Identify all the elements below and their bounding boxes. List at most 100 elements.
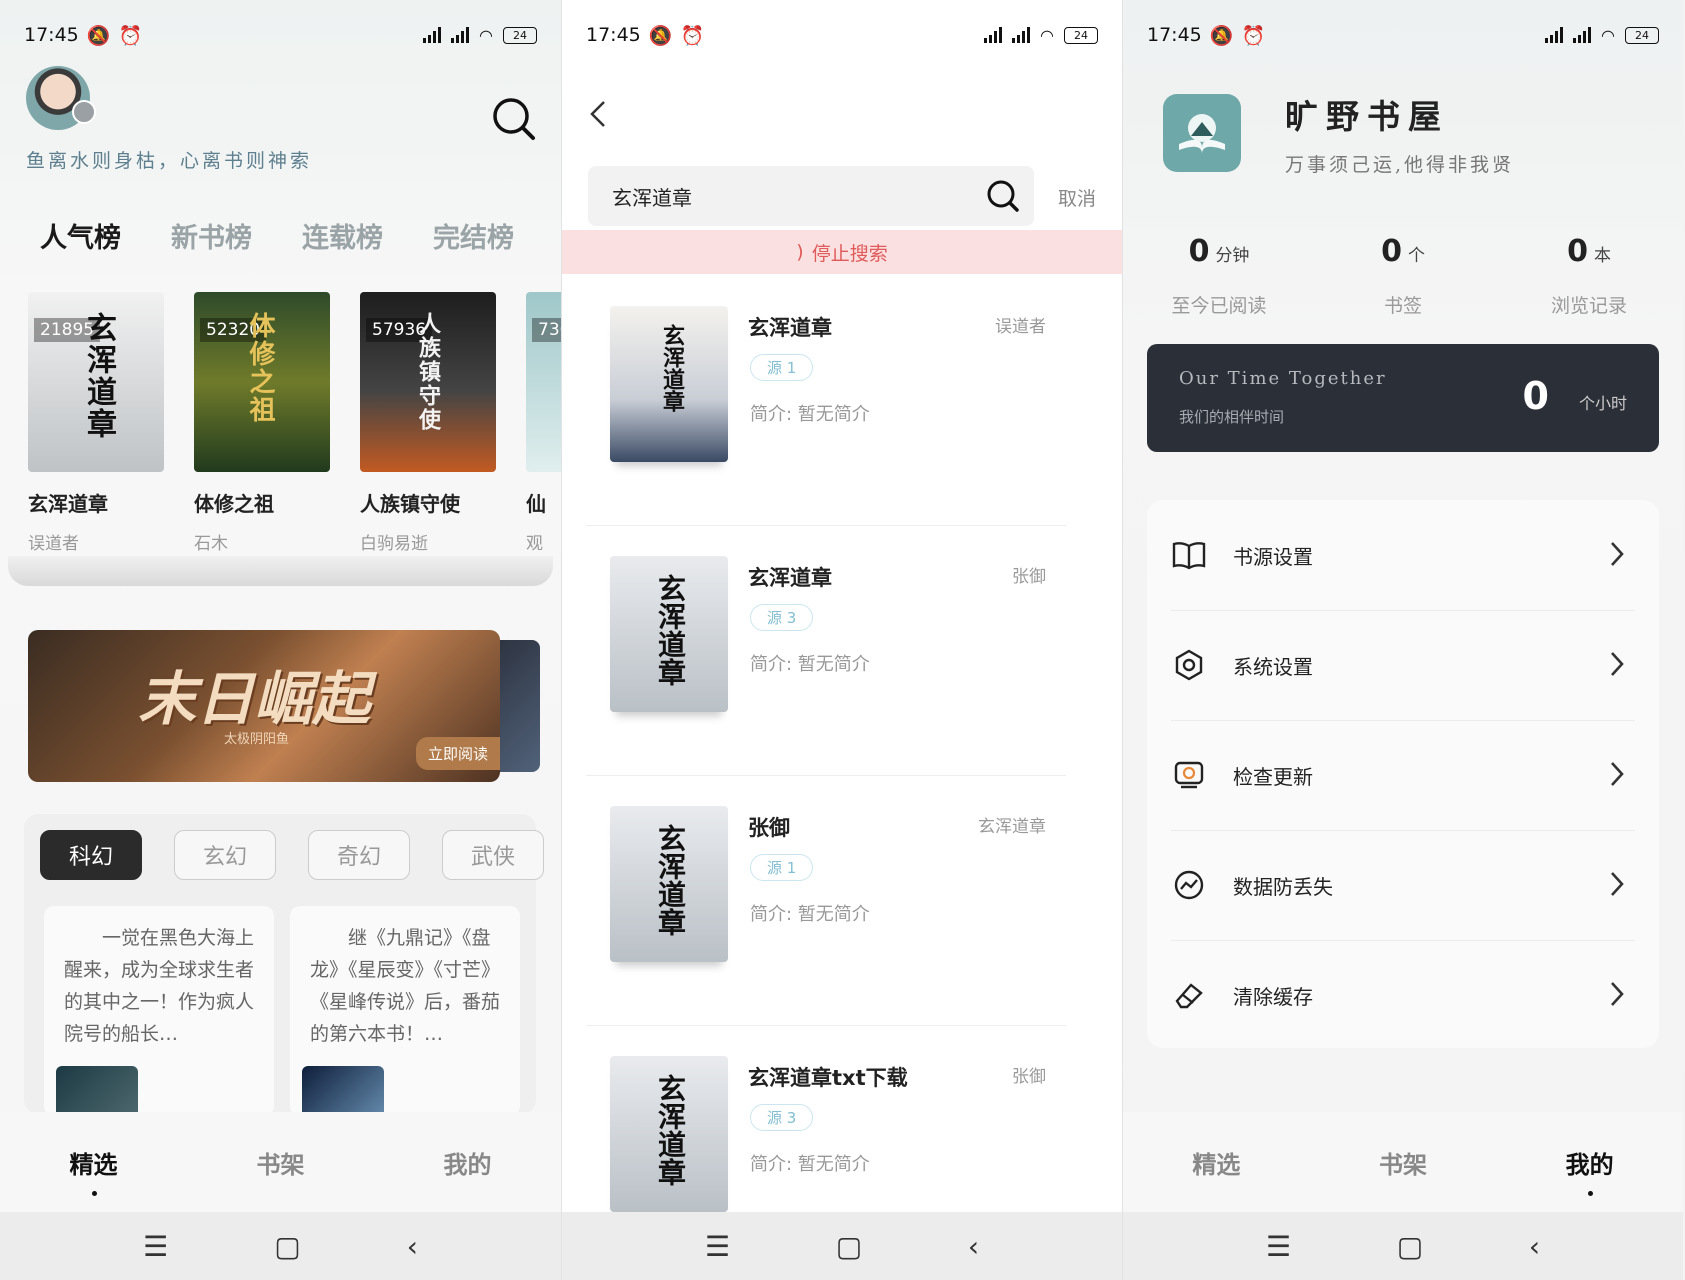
wifi-icon: ◠	[1601, 25, 1615, 45]
chevron-right-icon	[1611, 762, 1624, 786]
result-cover: 玄浑道章	[610, 556, 728, 712]
book-card[interactable]: 52320 体修之祖 体修之祖 石木	[194, 292, 330, 554]
bottom-tab-bar: 精选 书架 我的	[0, 1112, 561, 1212]
book-card[interactable]: 736 仙 观	[526, 292, 561, 554]
signal-icon	[984, 27, 1003, 43]
time-together-card: Our Time Together 我们的相伴时间 0 个小时	[1147, 344, 1659, 452]
signal-icon-2	[451, 27, 470, 43]
menu-source-settings[interactable]: 书源设置	[1171, 500, 1635, 610]
category-magic[interactable]: 奇幻	[308, 830, 410, 880]
stat-bookmarks[interactable]: 0个 书签	[1323, 234, 1483, 318]
back-icon[interactable]	[584, 96, 614, 132]
category-fantasy[interactable]: 玄幻	[174, 830, 276, 880]
result-intro: 简介: 暂无简介	[750, 654, 870, 675]
featured-screen: 17:45 🔕 ⏰ ◠ 24 鱼离水则身枯，心离书则神索 人气榜 新书榜 连载榜 完结…	[0, 0, 561, 1280]
mute-icon: 🔕	[1209, 24, 1234, 47]
tab-mine[interactable]: 我的	[1548, 1145, 1632, 1196]
search-input[interactable]: 玄浑道章	[588, 166, 1034, 226]
book-cover[interactable]: 57936 人族镇守使	[360, 292, 496, 472]
menu-icon[interactable]: ☰	[1266, 1230, 1291, 1263]
slogan: 鱼离水则身枯，心离书则神索	[26, 150, 313, 172]
system-nav-bar: ☰ ▢ ‹	[562, 1212, 1122, 1280]
tab-finished[interactable]: 完结榜	[433, 216, 514, 255]
result-source-badge[interactable]: 源 1	[750, 354, 814, 381]
back-nav-icon[interactable]: ‹	[1529, 1230, 1540, 1263]
battery-icon: 24	[1064, 26, 1098, 44]
stat-reading-time[interactable]: 0 分钟 至今已阅读	[1139, 234, 1299, 318]
signal-icon	[423, 27, 442, 43]
tab-mine[interactable]: 我的	[426, 1145, 510, 1180]
mine-screen: 17:45 🔕 ⏰ ◠ 24 旷野书屋 万事须己运,他得非我贤 0 分钟 至今已阅读 0…	[1122, 0, 1683, 1280]
result-intro: 简介: 暂无简介	[750, 404, 870, 425]
search-result-item[interactable]: 玄浑道章 张御 玄浑道章 源 1 简介: 暂无简介	[586, 776, 1066, 1026]
result-author: 张御	[1012, 1067, 1046, 1087]
search-result-item[interactable]: 玄浑道章 玄浑道章 误道者 源 1 简介: 暂无简介	[586, 276, 1066, 526]
together-title-en: Our Time Together	[1179, 368, 1387, 389]
status-bar: 17:45 🔕 ⏰ ◠ 24	[562, 0, 1122, 70]
search-icon[interactable]	[491, 96, 537, 142]
tab-popular[interactable]: 人气榜	[40, 216, 121, 255]
book-title: 玄浑道章	[28, 492, 108, 516]
menu-system-settings[interactable]: 系统设置	[1171, 610, 1635, 720]
mute-icon: 🔕	[86, 24, 111, 47]
home-icon[interactable]: ▢	[836, 1230, 862, 1263]
tab-new-books[interactable]: 新书榜	[171, 216, 252, 255]
app-logo	[1163, 94, 1241, 172]
gear-icon	[1171, 647, 1207, 683]
search-result-item[interactable]: 玄浑道章 玄浑道章 张御 源 3 简介: 暂无简介	[586, 526, 1066, 776]
result-intro: 简介: 暂无简介	[750, 1154, 870, 1175]
result-intro: 简介: 暂无简介	[750, 904, 870, 925]
tab-featured[interactable]: 精选	[1174, 1145, 1258, 1180]
tab-shelf[interactable]: 书架	[239, 1145, 323, 1180]
mute-icon: 🔕	[648, 24, 673, 47]
book-cover[interactable]: 21895 玄浑道章	[28, 292, 164, 472]
back-nav-icon[interactable]: ‹	[407, 1230, 418, 1263]
back-nav-icon[interactable]: ‹	[968, 1230, 979, 1263]
category-wuxia[interactable]: 武侠	[442, 830, 544, 880]
stop-search-bar[interactable]: ) 停止搜索	[562, 230, 1122, 274]
settings-menu: 书源设置 系统设置 检查更新 数据防丢失 清除缓存	[1147, 500, 1659, 1048]
book-card[interactable]: 21895 玄浑道章 玄浑道章 误道者	[28, 292, 164, 554]
book-cover[interactable]: 52320 体修之祖	[194, 292, 330, 472]
switch-avatar-icon[interactable]	[72, 100, 96, 124]
rank-book-list: 21895 玄浑道章 玄浑道章 误道者 52320 体修之祖 体修之祖 石木 5…	[28, 292, 561, 554]
promo-banner[interactable]: 末日崛起 太极阴阳鱼 立即阅读	[28, 630, 500, 782]
book-logo-icon	[1179, 114, 1225, 154]
menu-label: 清除缓存	[1233, 984, 1313, 1009]
banner-next-preview[interactable]	[496, 640, 540, 772]
status-time: 17:45	[586, 24, 641, 46]
cancel-button[interactable]: 取消	[1058, 184, 1096, 211]
menu-data-backup[interactable]: 数据防丢失	[1171, 830, 1635, 940]
menu-label: 数据防丢失	[1233, 874, 1333, 899]
search-icon[interactable]	[986, 179, 1020, 213]
menu-check-update[interactable]: 检查更新	[1171, 720, 1635, 830]
menu-icon[interactable]: ☰	[705, 1230, 730, 1263]
result-source-badge[interactable]: 源 3	[750, 604, 814, 631]
alarm-icon: ⏰	[680, 24, 705, 47]
chevron-right-icon	[1611, 982, 1624, 1006]
book-cover[interactable]: 736	[526, 292, 561, 472]
tab-serial[interactable]: 连载榜	[302, 216, 383, 255]
read-count: 736	[532, 318, 561, 342]
book-title: 体修之祖	[194, 492, 274, 516]
book-card[interactable]: 57936 人族镇守使 人族镇守使 白驹易逝	[360, 292, 496, 554]
tab-shelf[interactable]: 书架	[1361, 1145, 1445, 1180]
signal-icon	[1545, 27, 1564, 43]
stat-unit: 分钟	[1215, 246, 1250, 266]
stat-history[interactable]: 0本 浏览记录	[1509, 234, 1669, 318]
result-title: 张御	[748, 816, 790, 840]
search-query: 玄浑道章	[612, 185, 692, 210]
eraser-icon	[1171, 977, 1207, 1013]
status-bar: 17:45 🔕 ⏰ ◠ 24	[0, 0, 561, 70]
battery-icon: 24	[1625, 26, 1659, 44]
result-source-badge[interactable]: 源 1	[750, 854, 814, 881]
banner-read-button[interactable]: 立即阅读	[415, 737, 500, 770]
tab-featured[interactable]: 精选	[52, 1145, 136, 1196]
result-cover: 玄浑道章	[610, 806, 728, 962]
menu-clear-cache[interactable]: 清除缓存	[1171, 940, 1635, 1050]
home-icon[interactable]: ▢	[274, 1230, 300, 1263]
category-scifi[interactable]: 科幻	[40, 830, 142, 880]
menu-icon[interactable]: ☰	[143, 1230, 168, 1263]
result-source-badge[interactable]: 源 3	[750, 1104, 814, 1131]
home-icon[interactable]: ▢	[1397, 1230, 1423, 1263]
